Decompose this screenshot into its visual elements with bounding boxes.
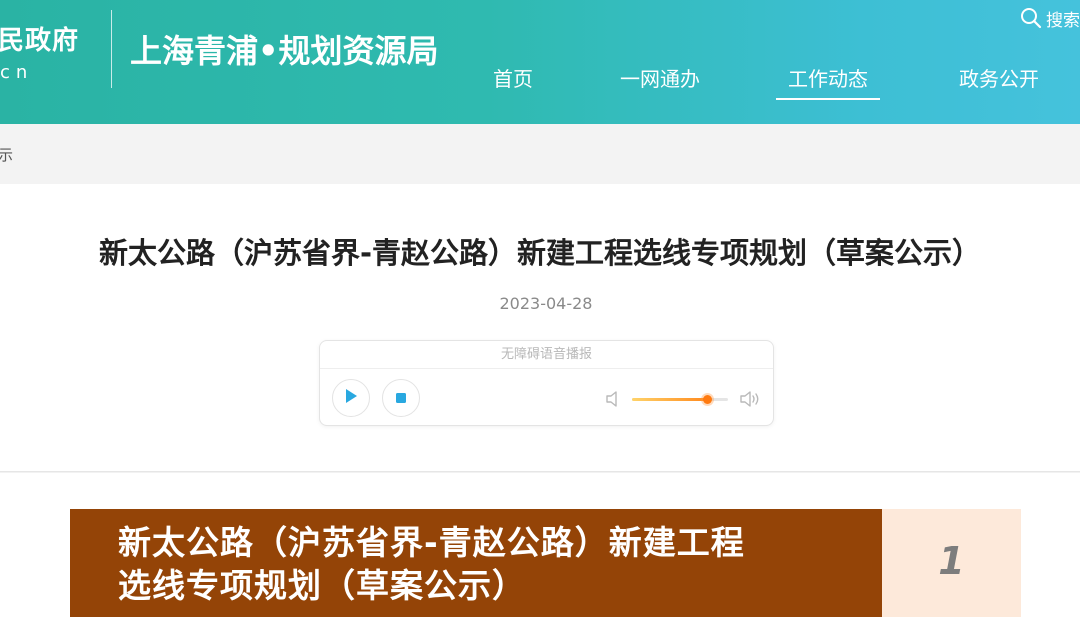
article-date: 2023-04-28 bbox=[499, 294, 593, 313]
volume-slider[interactable] bbox=[632, 395, 728, 404]
banner-title: 新太公路（沪苏省界-青赵公路）新建工程 选线专项规划（草案公示） bbox=[118, 521, 745, 607]
article-content: 新太公路（沪苏省界-青赵公路）新建工程 选线专项规划（草案公示） 1 bbox=[0, 473, 1080, 630]
audio-player-label: 无障碍语音播报 bbox=[320, 341, 773, 369]
gov-name: 民政府 bbox=[0, 26, 80, 56]
header-divider bbox=[111, 10, 112, 88]
play-icon bbox=[344, 388, 358, 408]
banner-title-line-2: 选线专项规划（草案公示） bbox=[118, 566, 526, 605]
gov-domain: cn bbox=[0, 62, 34, 83]
breadcrumb-text[interactable]: 示 bbox=[0, 144, 13, 165]
stop-icon bbox=[395, 389, 407, 408]
nav-home[interactable]: 首页 bbox=[489, 64, 537, 100]
page-number: 1 bbox=[938, 539, 965, 583]
content-banner: 新太公路（沪苏省界-青赵公路）新建工程 选线专项规划（草案公示） bbox=[70, 509, 882, 617]
site-header: 民政府 cn 上海青浦•规划资源局 搜索 首页 一网通办 工作动态 政务公开 bbox=[0, 0, 1080, 124]
nav-work-news[interactable]: 工作动态 bbox=[776, 64, 880, 100]
nav-online-service[interactable]: 一网通办 bbox=[615, 64, 705, 100]
volume-low-icon bbox=[605, 389, 621, 413]
volume-high-icon bbox=[739, 389, 761, 413]
article-header: 新太公路（沪苏省界-青赵公路）新建工程选线专项规划（草案公示） 2023-04-… bbox=[0, 184, 1080, 472]
search-label: 搜索 bbox=[1046, 10, 1080, 31]
volume-slider-handle[interactable] bbox=[702, 395, 712, 404]
page-number-box: 1 bbox=[882, 509, 1021, 617]
volume-slider-fill bbox=[632, 398, 707, 401]
search-icon bbox=[1020, 7, 1042, 29]
bureau-title[interactable]: 上海青浦•规划资源局 bbox=[130, 26, 438, 72]
nav-gov-affairs[interactable]: 政务公开 bbox=[954, 64, 1044, 100]
article-title: 新太公路（沪苏省界-青赵公路）新建工程选线专项规划（草案公示） bbox=[98, 236, 982, 270]
audio-player: 无障碍语音播报 bbox=[319, 340, 774, 426]
search-button[interactable]: 搜索 bbox=[1020, 6, 1080, 31]
stop-button[interactable] bbox=[382, 379, 420, 417]
breadcrumb: 示 bbox=[0, 124, 1080, 184]
play-button[interactable] bbox=[332, 379, 370, 417]
banner-title-line-1: 新太公路（沪苏省界-青赵公路）新建工程 bbox=[118, 523, 745, 562]
